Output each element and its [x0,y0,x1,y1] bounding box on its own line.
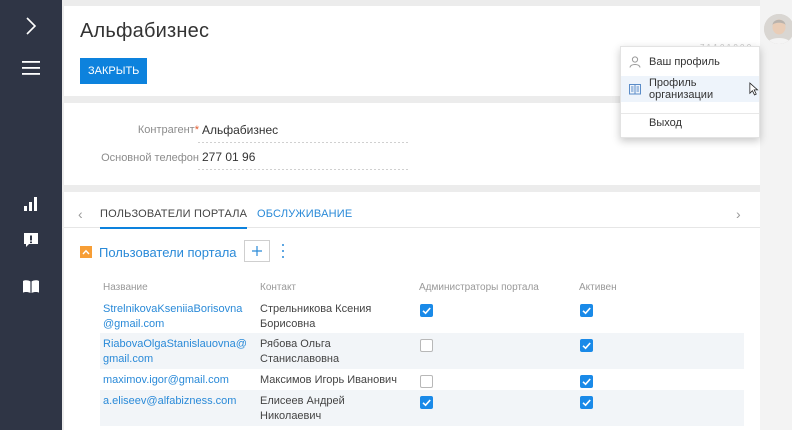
collapse-toggle-icon[interactable] [80,246,92,258]
active-checkbox[interactable] [580,304,593,317]
menu-item-your-profile[interactable]: Ваш профиль [621,49,759,75]
column-header-admin[interactable]: Администраторы портала [419,282,539,293]
mouse-cursor-icon [749,82,759,96]
tab-portal-users[interactable]: ПОЛЬЗОВАТЕЛИ ПОРТАЛА [100,208,248,229]
admin-checkbox[interactable] [420,304,433,317]
column-header-contact[interactable]: Контакт [260,282,296,293]
phone-label: Основной телефон [101,152,199,164]
building-icon [629,84,641,95]
menu-item-label: Профиль организации [649,77,714,101]
book-icon[interactable] [0,268,62,304]
table-row[interactable]: StrelnikovaKseniiaBorisovna @gmail.com Стр… [100,298,744,333]
contact-name: Елисеев Андрей Николаевич [260,395,345,422]
tab-service[interactable]: ОБСЛУЖИВАНИЕ [257,208,352,220]
column-header-name[interactable]: Название [103,282,148,293]
detail-title[interactable]: Пользователи портала [99,245,237,260]
user-icon [629,56,641,68]
table-row[interactable]: RiabovaOlgaStanislauovna@ gmail.com Рябова… [100,333,744,369]
user-email-link[interactable]: RiabovaOlgaStanislauovna@ gmail.com [103,337,253,367]
tab-bar: ‹ ПОЛЬЗОВАТЕЛИ ПОРТАЛА ОБСЛУЖИВАНИЕ › [64,202,760,229]
detail-card: ‹ ПОЛЬЗОВАТЕЛИ ПОРТАЛА ОБСЛУЖИВАНИЕ › По… [64,192,760,430]
active-checkbox[interactable] [580,339,593,352]
phone-field[interactable]: 277 01 96 [202,150,255,164]
table-row[interactable]: a.eliseev@alfabizness.com Елисеев Андрей Н… [100,390,744,426]
right-panel [760,0,792,430]
tab-scroll-right-icon[interactable]: › [736,206,741,222]
active-checkbox[interactable] [580,375,593,388]
admin-checkbox[interactable] [420,339,433,352]
close-button[interactable]: ЗАКРЫТЬ [80,58,148,84]
alert-icon[interactable] [0,222,62,258]
avatar[interactable] [764,14,792,44]
sidebar-chevron-right-icon[interactable] [0,8,62,44]
phone-underline [198,169,410,170]
menu-item-organization-profile[interactable]: Профиль организации [621,76,759,102]
tab-scroll-left-icon[interactable]: ‹ [78,206,83,222]
add-button[interactable] [244,240,270,262]
contractor-field[interactable]: Альфабизнес [202,123,278,137]
menu-item-label: Ваш профиль [649,56,720,68]
contact-name: Стрельникова Ксения Борисовна [260,303,372,330]
left-sidebar [0,0,62,430]
required-mark: * [194,124,199,136]
table-row[interactable]: maximov.igor@gmail.com Максимов Игорь Ива… [100,369,744,390]
profile-dropdown-menu: Ваш профиль Профиль организации Выход [620,46,760,138]
contact-name: Рябова Ольга Станиславовна [260,338,340,365]
contact-name: Максимов Игорь Иванович [260,374,397,386]
page-title: Альфабизнес [80,20,210,42]
contractor-underline [198,142,410,143]
admin-checkbox[interactable] [420,375,433,388]
admin-checkbox[interactable] [420,396,433,409]
active-checkbox[interactable] [580,396,593,409]
user-email-link[interactable]: maximov.igor@gmail.com [103,373,253,388]
user-email-link[interactable]: StrelnikovaKseniiaBorisovna @gmail.com [103,302,253,332]
menu-item-label: Выход [649,117,682,129]
column-header-active[interactable]: Активен [579,282,617,293]
user-email-link[interactable]: a.eliseev@alfabizness.com [103,394,253,409]
bar-chart-icon[interactable] [0,186,62,222]
more-options-icon[interactable] [278,242,288,260]
menu-item-logout[interactable]: Выход [621,110,759,136]
hamburger-menu-icon[interactable] [0,50,62,86]
contractor-label: Контрагент* [137,124,199,136]
